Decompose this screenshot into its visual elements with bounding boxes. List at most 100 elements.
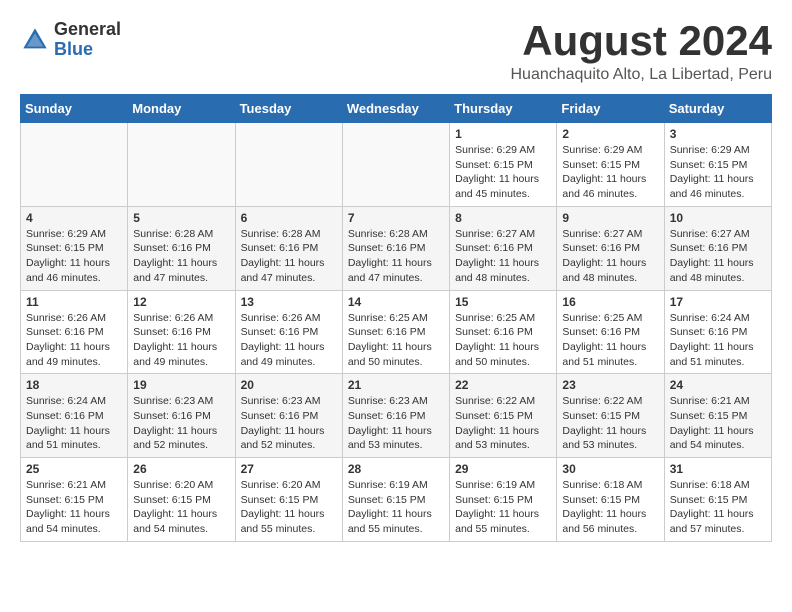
calendar-cell: 17 Sunrise: 6:24 AM Sunset: 6:16 PM Dayli…: [664, 290, 771, 374]
calendar-header-row: SundayMondayTuesdayWednesdayThursdayFrid…: [21, 95, 772, 123]
day-info: Sunrise: 6:25 AM Sunset: 6:16 PM Dayligh…: [348, 311, 444, 370]
day-info: Sunrise: 6:23 AM Sunset: 6:16 PM Dayligh…: [348, 394, 444, 453]
calendar-body: 1 Sunrise: 6:29 AM Sunset: 6:15 PM Daylig…: [21, 123, 772, 542]
day-number: 3: [670, 127, 766, 141]
calendar-cell: 6 Sunrise: 6:28 AM Sunset: 6:16 PM Daylig…: [235, 206, 342, 290]
day-info: Sunrise: 6:18 AM Sunset: 6:15 PM Dayligh…: [562, 478, 658, 537]
calendar-cell: 23Sunrise: 6:22 AM Sunset: 6:15 PM Dayli…: [557, 374, 664, 458]
calendar-cell: 7Sunrise: 6:28 AM Sunset: 6:16 PM Daylig…: [342, 206, 449, 290]
day-number: 18: [26, 378, 122, 392]
calendar-cell: 25 Sunrise: 6:21 AM Sunset: 6:15 PM Dayli…: [21, 458, 128, 542]
calendar-cell: 30Sunrise: 6:18 AM Sunset: 6:15 PM Dayli…: [557, 458, 664, 542]
day-info: Sunrise: 6:22 AM Sunset: 6:15 PM Dayligh…: [562, 394, 658, 453]
day-number: 4: [26, 211, 122, 225]
day-number: 5: [133, 211, 229, 225]
day-info: Sunrise: 6:18 AM Sunset: 6:15 PM Dayligh…: [670, 478, 766, 537]
day-number: 15: [455, 295, 551, 309]
calendar-cell: [235, 123, 342, 207]
calendar-cell: 2 Sunrise: 6:29 AM Sunset: 6:15 PM Daylig…: [557, 123, 664, 207]
calendar-week-row: 25 Sunrise: 6:21 AM Sunset: 6:15 PM Dayli…: [21, 458, 772, 542]
calendar-week-row: 18 Sunrise: 6:24 AM Sunset: 6:16 PM Dayli…: [21, 374, 772, 458]
column-header-friday: Friday: [557, 95, 664, 123]
calendar-cell: 21 Sunrise: 6:23 AM Sunset: 6:16 PM Dayli…: [342, 374, 449, 458]
calendar-cell: 19 Sunrise: 6:23 AM Sunset: 6:16 PM Dayli…: [128, 374, 235, 458]
calendar-cell: 10 Sunrise: 6:27 AM Sunset: 6:16 PM Dayli…: [664, 206, 771, 290]
calendar-cell: 16 Sunrise: 6:25 AM Sunset: 6:16 PM Dayli…: [557, 290, 664, 374]
day-info: Sunrise: 6:29 AM Sunset: 6:15 PM Dayligh…: [562, 143, 658, 202]
logo-icon: [20, 25, 50, 55]
calendar-cell: 14 Sunrise: 6:25 AM Sunset: 6:16 PM Dayli…: [342, 290, 449, 374]
calendar-cell: 27 Sunrise: 6:20 AM Sunset: 6:15 PM Dayli…: [235, 458, 342, 542]
day-number: 19: [133, 378, 229, 392]
calendar-cell: 8 Sunrise: 6:27 AM Sunset: 6:16 PM Daylig…: [450, 206, 557, 290]
month-year-title: August 2024: [510, 20, 772, 62]
day-number: 29: [455, 462, 551, 476]
calendar-week-row: 1 Sunrise: 6:29 AM Sunset: 6:15 PM Daylig…: [21, 123, 772, 207]
day-number: 26: [133, 462, 229, 476]
day-info: Sunrise: 6:29 AM Sunset: 6:15 PM Dayligh…: [26, 227, 122, 286]
calendar-cell: 12Sunrise: 6:26 AM Sunset: 6:16 PM Dayli…: [128, 290, 235, 374]
day-info: Sunrise: 6:25 AM Sunset: 6:16 PM Dayligh…: [562, 311, 658, 370]
day-number: 27: [241, 462, 337, 476]
calendar-cell: 22Sunrise: 6:22 AM Sunset: 6:15 PM Dayli…: [450, 374, 557, 458]
day-info: Sunrise: 6:28 AM Sunset: 6:16 PM Dayligh…: [348, 227, 444, 286]
day-number: 6: [241, 211, 337, 225]
day-info: Sunrise: 6:26 AM Sunset: 6:16 PM Dayligh…: [241, 311, 337, 370]
day-info: Sunrise: 6:22 AM Sunset: 6:15 PM Dayligh…: [455, 394, 551, 453]
calendar-cell: 24Sunrise: 6:21 AM Sunset: 6:15 PM Dayli…: [664, 374, 771, 458]
day-info: Sunrise: 6:28 AM Sunset: 6:16 PM Dayligh…: [133, 227, 229, 286]
day-number: 9: [562, 211, 658, 225]
column-header-monday: Monday: [128, 95, 235, 123]
day-number: 11: [26, 295, 122, 309]
day-number: 20: [241, 378, 337, 392]
day-info: Sunrise: 6:29 AM Sunset: 6:15 PM Dayligh…: [455, 143, 551, 202]
logo: General Blue: [20, 20, 121, 60]
day-number: 31: [670, 462, 766, 476]
day-info: Sunrise: 6:29 AM Sunset: 6:15 PM Dayligh…: [670, 143, 766, 202]
calendar-table: SundayMondayTuesdayWednesdayThursdayFrid…: [20, 94, 772, 542]
day-number: 8: [455, 211, 551, 225]
day-info: Sunrise: 6:21 AM Sunset: 6:15 PM Dayligh…: [670, 394, 766, 453]
day-info: Sunrise: 6:20 AM Sunset: 6:15 PM Dayligh…: [133, 478, 229, 537]
day-info: Sunrise: 6:27 AM Sunset: 6:16 PM Dayligh…: [562, 227, 658, 286]
day-info: Sunrise: 6:27 AM Sunset: 6:16 PM Dayligh…: [670, 227, 766, 286]
day-number: 14: [348, 295, 444, 309]
day-number: 25: [26, 462, 122, 476]
calendar-week-row: 11 Sunrise: 6:26 AM Sunset: 6:16 PM Dayli…: [21, 290, 772, 374]
logo-text: General Blue: [54, 20, 121, 60]
day-info: Sunrise: 6:21 AM Sunset: 6:15 PM Dayligh…: [26, 478, 122, 537]
day-info: Sunrise: 6:28 AM Sunset: 6:16 PM Dayligh…: [241, 227, 337, 286]
calendar-cell: [128, 123, 235, 207]
day-number: 13: [241, 295, 337, 309]
location-subtitle: Huanchaquito Alto, La Libertad, Peru: [510, 66, 772, 84]
day-info: Sunrise: 6:24 AM Sunset: 6:16 PM Dayligh…: [670, 311, 766, 370]
calendar-cell: [342, 123, 449, 207]
day-number: 10: [670, 211, 766, 225]
day-info: Sunrise: 6:23 AM Sunset: 6:16 PM Dayligh…: [133, 394, 229, 453]
day-info: Sunrise: 6:20 AM Sunset: 6:15 PM Dayligh…: [241, 478, 337, 537]
calendar-cell: [21, 123, 128, 207]
calendar-cell: 9 Sunrise: 6:27 AM Sunset: 6:16 PM Daylig…: [557, 206, 664, 290]
logo-general: General: [54, 20, 121, 40]
calendar-cell: 11Sunrise: 6:26 AM Sunset: 6:16 PM Dayli…: [21, 290, 128, 374]
column-header-sunday: Sunday: [21, 95, 128, 123]
calendar-week-row: 4 Sunrise: 6:29 AM Sunset: 6:15 PM Daylig…: [21, 206, 772, 290]
calendar-cell: 20 Sunrise: 6:23 AM Sunset: 6:16 PM Dayli…: [235, 374, 342, 458]
day-number: 1: [455, 127, 551, 141]
day-number: 16: [562, 295, 658, 309]
day-info: Sunrise: 6:24 AM Sunset: 6:16 PM Dayligh…: [26, 394, 122, 453]
day-number: 21: [348, 378, 444, 392]
calendar-cell: 29 Sunrise: 6:19 AM Sunset: 6:15 PM Dayli…: [450, 458, 557, 542]
calendar-cell: 15Sunrise: 6:25 AM Sunset: 6:16 PM Dayli…: [450, 290, 557, 374]
day-info: Sunrise: 6:27 AM Sunset: 6:16 PM Dayligh…: [455, 227, 551, 286]
column-header-thursday: Thursday: [450, 95, 557, 123]
day-number: 2: [562, 127, 658, 141]
calendar-cell: 28Sunrise: 6:19 AM Sunset: 6:15 PM Dayli…: [342, 458, 449, 542]
day-number: 17: [670, 295, 766, 309]
day-info: Sunrise: 6:19 AM Sunset: 6:15 PM Dayligh…: [455, 478, 551, 537]
calendar-cell: 13 Sunrise: 6:26 AM Sunset: 6:16 PM Dayli…: [235, 290, 342, 374]
calendar-cell: 18 Sunrise: 6:24 AM Sunset: 6:16 PM Dayli…: [21, 374, 128, 458]
day-number: 28: [348, 462, 444, 476]
calendar-cell: 3 Sunrise: 6:29 AM Sunset: 6:15 PM Daylig…: [664, 123, 771, 207]
day-info: Sunrise: 6:23 AM Sunset: 6:16 PM Dayligh…: [241, 394, 337, 453]
